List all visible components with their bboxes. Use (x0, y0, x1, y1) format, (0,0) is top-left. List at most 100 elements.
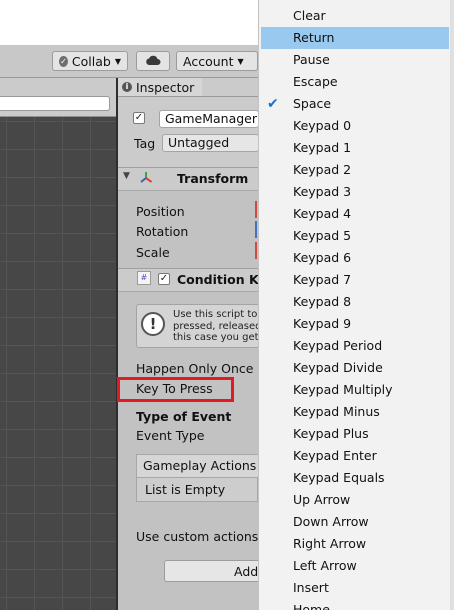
inspector-info-icon: i (122, 82, 132, 92)
x-axis-marker (255, 201, 257, 218)
tab-inspector[interactable]: i Inspector (118, 78, 202, 96)
dropdown-arrow-icon: ▼ (114, 56, 121, 66)
menu-item-label: Clear (293, 8, 326, 23)
menu-item-label: Pause (293, 52, 330, 67)
scene-grid[interactable] (0, 117, 116, 610)
menu-item-label: Keypad 0 (293, 118, 352, 133)
menu-item-label: Keypad 2 (293, 162, 352, 177)
menu-item-label: Keypad Multiply (293, 382, 393, 397)
menu-item[interactable]: Left Arrow (261, 555, 449, 577)
list-empty-label: List is Empty (145, 482, 226, 497)
menu-item[interactable]: Clear (261, 5, 449, 27)
gameplay-actions-header: Gameplay Actions (137, 455, 258, 478)
transform-title: Transform (177, 171, 249, 186)
menu-item[interactable]: Keypad Period (261, 335, 449, 357)
menu-item-label: Keypad 1 (293, 140, 352, 155)
menu-item-label: Keypad Equals (293, 470, 385, 485)
type-of-event-heading: Type of Event (136, 409, 232, 424)
foldout-arrow-icon: ▼ (123, 171, 130, 181)
menu-item-label: Home (293, 602, 330, 610)
inspector-tab-bar: i Inspector (118, 78, 258, 97)
key-dropdown-menu: Clear Return Pause Escape ✔ Space Keypad 0 Keyp… (258, 0, 454, 610)
scene-panel-header (0, 78, 116, 117)
menu-item-label: Up Arrow (293, 492, 351, 507)
menu-item[interactable]: Up Arrow (261, 489, 449, 511)
menu-item[interactable]: Keypad 6 (261, 247, 449, 269)
menu-item[interactable]: Keypad 8 (261, 291, 449, 313)
cloud-icon (145, 54, 161, 69)
menu-item[interactable]: Keypad 0 (261, 115, 449, 137)
help-box: ! Use this script to p pressed, released… (136, 304, 258, 348)
help-text: Use this script to p pressed, released t… (173, 309, 258, 344)
active-checkbox[interactable]: ✓ (133, 112, 145, 124)
menu-item[interactable]: Pause (261, 49, 449, 71)
transform-header[interactable]: ▼ Transform (118, 167, 258, 191)
account-button[interactable]: Account ▼ (176, 51, 258, 71)
menu-item[interactable]: Keypad Enter (261, 445, 449, 467)
menu-item[interactable]: Keypad Multiply (261, 379, 449, 401)
help-line: this case you get (173, 332, 258, 343)
menu-item[interactable]: Home (261, 599, 449, 610)
object-name-field[interactable]: GameManager (159, 110, 258, 128)
menu-item[interactable]: ✔ Space (261, 93, 449, 115)
menu-item-label: Keypad 5 (293, 228, 352, 243)
menu-item[interactable]: Keypad 5 (261, 225, 449, 247)
inspector-tab-label: Inspector (136, 79, 195, 95)
menu-item-label: Keypad Enter (293, 448, 377, 463)
menu-item-label: Right Arrow (293, 536, 367, 551)
menu-item[interactable]: Insert (261, 577, 449, 599)
menu-item-label: Space (293, 96, 332, 111)
gameplay-actions-list: Gameplay Actions List is Empty (136, 454, 258, 502)
dropdown-arrow-icon: ▼ (237, 56, 244, 66)
help-line: pressed, released (173, 320, 258, 332)
menu-item-label: Keypad Plus (293, 426, 369, 441)
menu-item[interactable]: Keypad Divide (261, 357, 449, 379)
check-icon: ✓ (59, 55, 68, 67)
tag-label: Tag (134, 136, 156, 151)
tag-dropdown[interactable]: Untagged (162, 134, 258, 152)
menu-item[interactable]: Keypad 1 (261, 137, 449, 159)
script-icon: # (137, 271, 151, 285)
menu-scrollbar[interactable] (450, 0, 454, 610)
help-line: Use this script to p (173, 309, 258, 320)
menu-item[interactable]: Down Arrow (261, 511, 449, 533)
gameplay-actions-label: Gameplay Actions (143, 458, 257, 473)
position-label: Position (136, 204, 185, 219)
collab-button[interactable]: ✓ Collab ▼ (52, 51, 128, 71)
menu-item-label: Escape (293, 74, 338, 89)
menu-item[interactable]: Keypad 9 (261, 313, 449, 335)
component-enabled-checkbox[interactable]: ✓ (158, 273, 170, 285)
menu-item[interactable]: Right Arrow (261, 533, 449, 555)
menu-item[interactable]: Keypad Minus (261, 401, 449, 423)
y-axis-marker (255, 221, 257, 238)
menu-item[interactable]: Return (261, 27, 449, 49)
rotation-label: Rotation (136, 224, 189, 239)
menu-item[interactable]: Keypad 3 (261, 181, 449, 203)
menu-item[interactable]: Keypad 4 (261, 203, 449, 225)
menu-item[interactable]: Escape (261, 71, 449, 93)
menu-item[interactable]: Keypad Plus (261, 423, 449, 445)
checkmark-icon: ✔ (267, 96, 279, 112)
menu-item-label: Return (293, 30, 335, 45)
account-label: Account (183, 53, 234, 69)
menu-item-label: Keypad 3 (293, 184, 352, 199)
menu-item-label: Keypad 7 (293, 272, 352, 287)
add-button[interactable]: Add (164, 560, 258, 582)
menu-item-label: Keypad 4 (293, 206, 352, 221)
cloud-button[interactable] (136, 51, 170, 71)
menu-item[interactable]: Keypad Equals (261, 467, 449, 489)
happen-only-once-label: Happen Only Once (136, 361, 254, 376)
condition-key-header[interactable]: # ✓ Condition Key (118, 268, 258, 292)
use-custom-actions-label: Use custom actions (136, 529, 258, 544)
transform-icon (139, 171, 153, 188)
menu-item[interactable]: Keypad 7 (261, 269, 449, 291)
scale-label: Scale (136, 245, 170, 260)
menu-item-label: Keypad 6 (293, 250, 352, 265)
menu-item[interactable]: Keypad 2 (261, 159, 449, 181)
annotation-highlight-box (117, 377, 234, 402)
condition-key-title: Condition Key (177, 272, 258, 287)
menu-item-label: Keypad 9 (293, 316, 352, 331)
menu-item-label: Down Arrow (293, 514, 369, 529)
z-axis-marker (255, 242, 257, 259)
scene-search-field[interactable] (0, 96, 110, 111)
